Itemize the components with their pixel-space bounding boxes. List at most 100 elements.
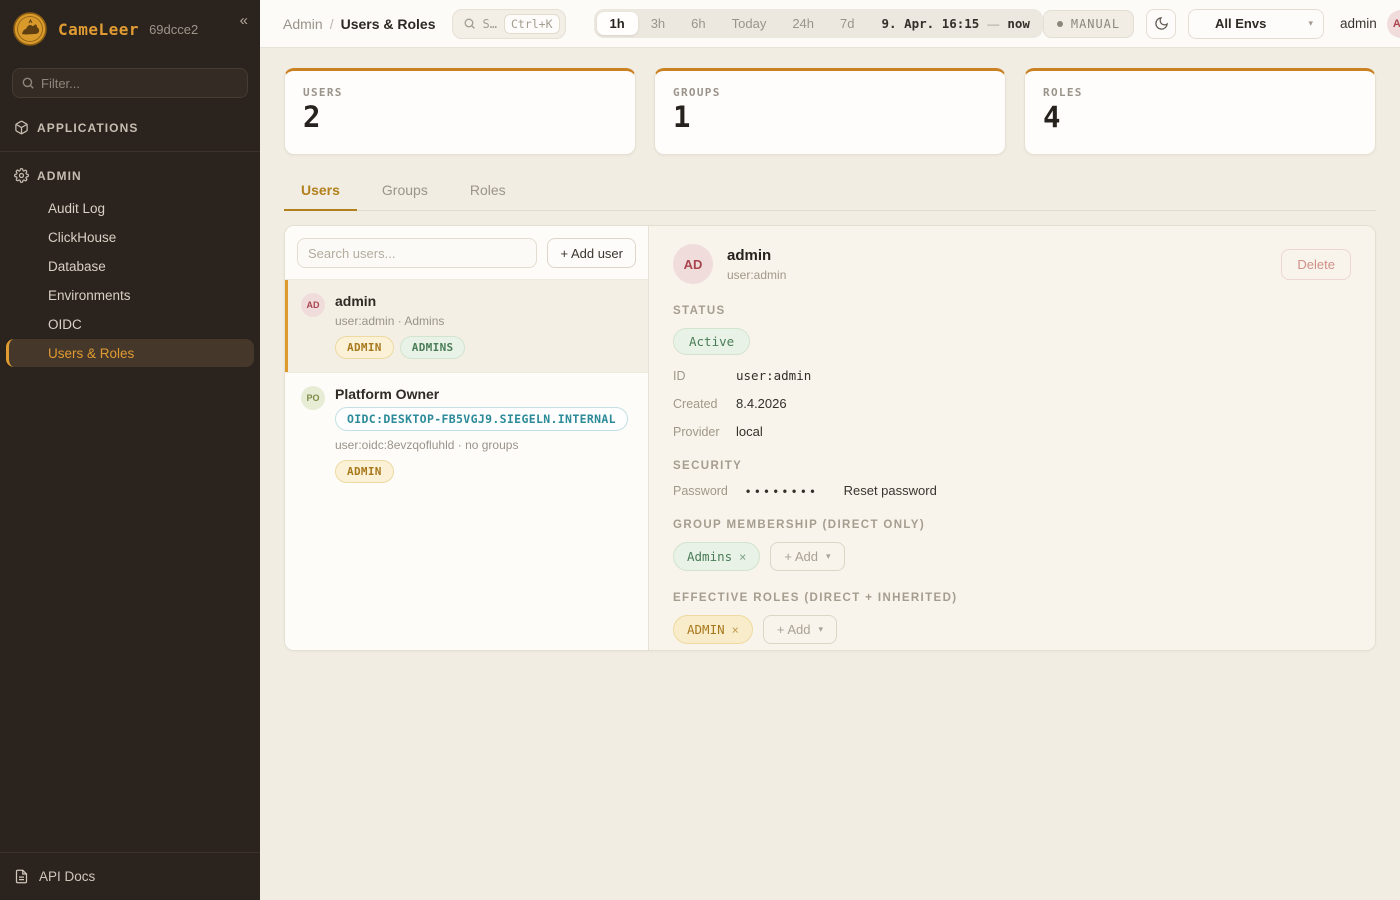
- kv-row-provider: Provider local: [673, 424, 1351, 439]
- search-users-input[interactable]: [297, 238, 537, 268]
- main-area: Admin / Users & Roles S… Ctrl+K 1h 3h 6h…: [260, 0, 1400, 900]
- tab-groups[interactable]: Groups: [365, 173, 445, 210]
- chevron-down-icon: ▾: [819, 624, 824, 635]
- camel-logo-icon: [12, 11, 48, 47]
- group-badge: ADMINS: [400, 336, 466, 359]
- breadcrumb-current: Users & Roles: [341, 16, 436, 32]
- sidebar-collapse-icon[interactable]: «: [240, 12, 248, 29]
- api-docs-link[interactable]: API Docs: [0, 852, 260, 900]
- stat-value: 1: [673, 103, 987, 132]
- sidebar-item-oidc[interactable]: OIDC: [6, 310, 254, 338]
- group-chip-label: Admins: [687, 549, 732, 564]
- time-separator: —: [987, 17, 999, 31]
- document-icon: [14, 869, 29, 884]
- add-group-label: + Add: [784, 549, 818, 564]
- sidebar-item-environments[interactable]: Environments: [6, 281, 254, 309]
- mode-dot-icon: [1057, 21, 1063, 27]
- kv-value: 8.4.2026: [736, 396, 787, 411]
- environment-select[interactable]: All Envs ▾: [1188, 9, 1324, 39]
- user-detail-id: user:admin: [727, 268, 786, 282]
- kv-value: user:admin: [736, 368, 811, 383]
- time-from-display[interactable]: 9. Apr. 16:15: [868, 16, 988, 31]
- add-role-label: + Add: [777, 622, 811, 637]
- sidebar: CameLeer 69dcce2 « APPLICATIONS ADMIN Au…: [0, 0, 260, 900]
- tab-users[interactable]: Users: [284, 173, 357, 211]
- time-range-1h[interactable]: 1h: [597, 12, 638, 35]
- stat-value: 4: [1043, 103, 1357, 132]
- sidebar-filter-input[interactable]: [12, 68, 248, 98]
- global-search-placeholder: S…: [483, 17, 497, 31]
- add-user-button[interactable]: + Add user: [547, 238, 636, 268]
- breadcrumb-admin[interactable]: Admin: [283, 16, 323, 32]
- remove-icon[interactable]: ×: [732, 623, 739, 637]
- shortcut-kbd: Ctrl+K: [504, 14, 560, 34]
- search-icon: [463, 17, 476, 30]
- stats-row: USERS 2 GROUPS 1 ROLES 4: [284, 68, 1376, 155]
- user-name-label: admin: [1340, 16, 1377, 31]
- breadcrumb: Admin / Users & Roles: [283, 16, 436, 32]
- user-item-name: Platform Owner: [335, 386, 628, 402]
- group-chips-row: Admins × + Add ▾: [673, 542, 1351, 571]
- add-group-button[interactable]: + Add ▾: [770, 542, 844, 571]
- brand-name: CameLeer: [58, 20, 139, 39]
- brand-row: CameLeer 69dcce2 «: [0, 0, 260, 58]
- effective-roles-heading: EFFECTIVE ROLES (DIRECT + INHERITED): [673, 592, 1351, 604]
- user-item-meta: user:admin · Admins: [335, 314, 465, 328]
- status-badge: Active: [673, 328, 750, 355]
- sidebar-item-database[interactable]: Database: [6, 252, 254, 280]
- search-icon: [21, 76, 35, 90]
- user-detail-name: admin: [727, 247, 786, 264]
- mode-label: MANUAL: [1071, 17, 1120, 31]
- kv-key: Provider: [673, 425, 736, 439]
- time-range-6h[interactable]: 6h: [678, 12, 718, 35]
- password-label: Password: [673, 484, 746, 498]
- role-badge: ADMIN: [335, 336, 394, 359]
- theme-toggle-button[interactable]: [1146, 9, 1176, 39]
- user-list-item-admin[interactable]: AD admin user:admin · Admins ADMIN ADMIN…: [285, 279, 648, 372]
- delete-user-button[interactable]: Delete: [1281, 249, 1351, 280]
- sidebar-filter: [12, 68, 248, 98]
- time-range-today[interactable]: Today: [719, 12, 780, 35]
- kv-value: local: [736, 424, 763, 439]
- avatar: PO: [301, 386, 325, 410]
- group-membership-heading: GROUP MEMBERSHIP (DIRECT ONLY): [673, 519, 1351, 531]
- user-item-meta: user:oidc:8evzqofluhld · no groups: [335, 438, 628, 452]
- tab-roles[interactable]: Roles: [453, 173, 523, 210]
- sidebar-section-applications[interactable]: APPLICATIONS: [0, 104, 260, 145]
- user-list-item-platform-owner[interactable]: PO Platform Owner OIDC:DESKTOP-FB5VGJ9.S…: [285, 372, 648, 496]
- chevron-down-icon: ▾: [1309, 18, 1314, 29]
- sidebar-section-admin[interactable]: ADMIN: [0, 152, 260, 193]
- stat-label: USERS: [303, 86, 617, 99]
- avatar: AD: [673, 244, 713, 284]
- user-item-badges: ADMIN: [335, 460, 628, 483]
- time-range-3h[interactable]: 3h: [638, 12, 678, 35]
- refresh-mode-badge[interactable]: MANUAL: [1043, 10, 1134, 38]
- reset-password-link[interactable]: Reset password: [844, 483, 937, 498]
- user-list-toolbar: + Add user: [285, 226, 648, 279]
- time-range-24h[interactable]: 24h: [779, 12, 827, 35]
- avatar: AD: [301, 293, 325, 317]
- gear-icon: [14, 168, 29, 183]
- sidebar-item-audit-log[interactable]: Audit Log: [6, 194, 254, 222]
- role-chips-row: ADMIN × + Add ▾: [673, 615, 1351, 644]
- kv-key: Created: [673, 397, 736, 411]
- role-badge: ADMIN: [335, 460, 394, 483]
- time-range-7d[interactable]: 7d: [827, 12, 867, 35]
- global-search[interactable]: S… Ctrl+K: [452, 9, 566, 39]
- user-avatar[interactable]: AD: [1387, 10, 1400, 38]
- sidebar-section-label: ADMIN: [37, 169, 82, 183]
- api-docs-label: API Docs: [39, 869, 95, 884]
- remove-icon[interactable]: ×: [739, 550, 746, 564]
- stat-card-roles: ROLES 4: [1024, 68, 1376, 155]
- user-detail-header: AD admin user:admin Delete: [673, 244, 1351, 284]
- sidebar-item-clickhouse[interactable]: ClickHouse: [6, 223, 254, 251]
- add-role-button[interactable]: + Add ▾: [763, 615, 837, 644]
- time-to-display[interactable]: now: [999, 16, 1040, 31]
- oidc-issuer-badge: OIDC:DESKTOP-FB5VGJ9.SIEGELN.INTERNAL: [335, 407, 628, 431]
- sidebar-section-label: APPLICATIONS: [37, 121, 138, 135]
- user-item-badges: ADMIN ADMINS: [335, 336, 465, 359]
- role-chip-label: ADMIN: [687, 622, 725, 637]
- sidebar-item-users-roles[interactable]: Users & Roles: [6, 339, 254, 367]
- kv-row-created: Created 8.4.2026: [673, 396, 1351, 411]
- breadcrumb-separator: /: [330, 16, 334, 32]
